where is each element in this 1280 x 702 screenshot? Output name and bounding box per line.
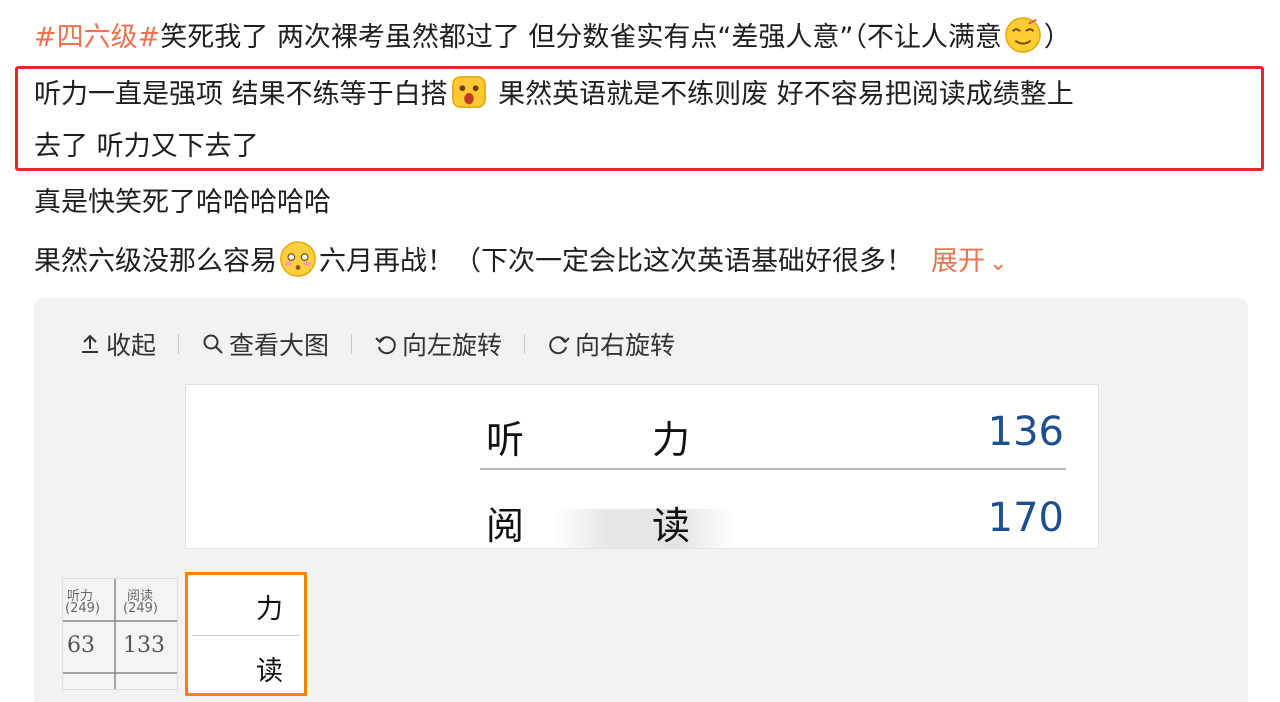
collapse-up-icon: [82, 334, 98, 353]
thumb-divider: [192, 635, 300, 636]
thumb-value: 133: [123, 633, 165, 658]
post-text-1-close: ）: [1043, 22, 1071, 53]
score-label-char: 阅: [486, 504, 525, 548]
post-line-4: 真是快笑死了哈哈哈哈哈: [34, 184, 331, 222]
image-toolbar: 收起 查看大图 向左旋转 向右旋转: [78, 326, 675, 362]
post-line-1: #四六级#笑死我了 两次裸考虽然都过了 但分数雀实有点“差强人意”（不让人满意 ）: [34, 16, 1071, 57]
thumb-label: 读: [256, 656, 283, 687]
toolbar-divider: [351, 334, 353, 354]
thumbnail-2-selected[interactable]: 力 读: [185, 572, 307, 696]
post-text-2a: 听力一直是强项 结果不练等于白搭: [34, 79, 448, 110]
post-line-2: 听力一直是强项 结果不练等于白搭 果然英语就是不练则废 好不容易把阅读成绩整上: [34, 73, 1074, 114]
toolbar-divider: [524, 334, 526, 354]
post-text-4: 真是快笑死了哈哈哈哈哈: [34, 187, 331, 218]
expand-link[interactable]: 展开 ⌄: [931, 246, 1007, 277]
rotate-left-label: 向左旋转: [402, 331, 503, 360]
smug-face-emoji-icon: [1005, 17, 1041, 53]
flushed-face-emoji-icon: [280, 241, 316, 277]
score-value-reading: 170: [987, 495, 1064, 541]
hashtag-link[interactable]: #四六级#: [34, 22, 160, 53]
rotate-left-button[interactable]: 向左旋转: [374, 326, 502, 362]
score-label-char: 力: [652, 418, 691, 462]
thumb-value: 63: [67, 633, 95, 658]
score-row-listening: 听 力 136: [186, 399, 1098, 462]
post-text-5b: 六月再战！（下次一定会比这次英语基础好很多！: [319, 246, 913, 277]
view-large-button[interactable]: 查看大图: [201, 326, 329, 362]
score-value-listening: 136: [987, 409, 1064, 455]
score-image[interactable]: 听 力 136 阅 读 170: [185, 384, 1099, 549]
collapse-label: 收起: [106, 331, 157, 360]
post-text-5a: 果然六级没那么容易: [34, 246, 277, 277]
thumb-subheader: (249): [123, 601, 158, 616]
thumbnail-1[interactable]: 听力 阅读 (249) (249) 63 133: [62, 578, 178, 690]
chevron-down-icon: ⌄: [989, 251, 1008, 276]
rotate-right-button[interactable]: 向右旋转: [547, 326, 675, 362]
rotate-left-icon: [375, 336, 396, 355]
collapse-button[interactable]: 收起: [78, 326, 156, 362]
toolbar-divider: [178, 334, 180, 354]
thumb-subheader: (249): [65, 601, 100, 616]
score-label-char: 读: [652, 504, 691, 548]
rotate-right-label: 向右旋转: [575, 331, 676, 360]
post-text-1: 笑死我了 两次裸考虽然都过了 但分数雀实有点“差强人意”（不让人满意: [160, 22, 1002, 53]
view-large-label: 查看大图: [229, 331, 330, 360]
search-icon: [203, 334, 223, 354]
post-text-2b: 果然英语就是不练则废 好不容易把阅读成绩整上: [489, 79, 1074, 110]
post-line-5: 果然六级没那么容易 六月再战！（下次一定会比这次英语基础好很多！ 展开 ⌄: [34, 240, 1007, 283]
score-label-char: 听: [486, 418, 525, 462]
thumb-label: 力: [256, 594, 283, 625]
rotate-right-icon: [549, 336, 570, 355]
post-text-3: 去了 听力又下去了: [34, 131, 259, 162]
score-row-reading: 阅 读 170: [186, 485, 1098, 548]
expand-label: 展开: [931, 246, 985, 277]
score-divider: [480, 468, 1066, 470]
post-line-3: 去了 听力又下去了: [34, 128, 259, 166]
shocked-face-emoji-icon: [451, 76, 486, 108]
